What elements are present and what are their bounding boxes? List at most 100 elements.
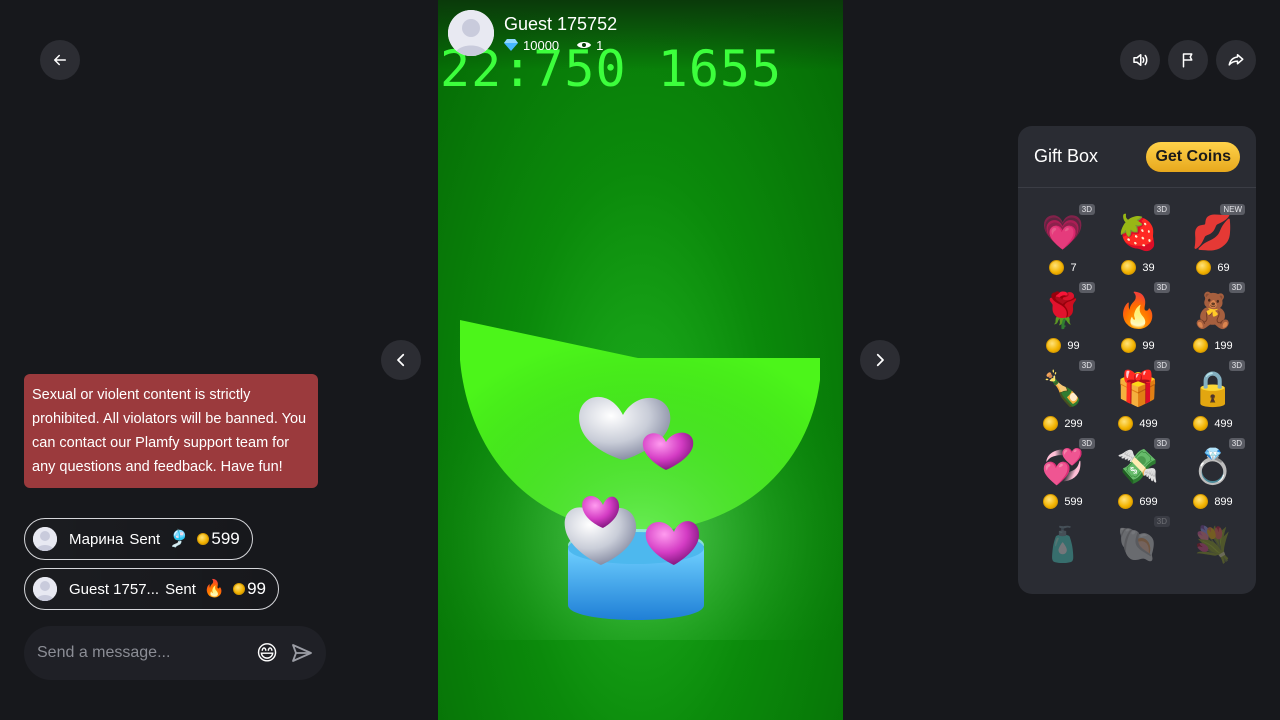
gift-tag-badge: 3D (1078, 282, 1095, 293)
moderation-notice: Sexual or violent content is strictly pr… (24, 374, 318, 488)
gift-grid: 3D 💗 7 3D 🍓 39 NEW 💋 69 3D 🌹 99 3D 🔥 99 3D 🧸 199 3D 🍾 299 3D 🎁… (1018, 188, 1256, 592)
report-button[interactable] (1168, 40, 1208, 80)
gift-price-value: 69 (1217, 261, 1230, 274)
gift-tag-badge: NEW (1220, 204, 1245, 215)
message-composer: 😄 (24, 626, 326, 680)
gift-item[interactable]: 3D 💸 699 (1102, 436, 1174, 514)
gift-amount: 599 (211, 529, 240, 548)
share-icon (1228, 54, 1244, 66)
coin-icon (233, 583, 246, 595)
sender-name: Guest 1757... (69, 580, 160, 598)
gift-item[interactable]: 3D 🔥 99 (1102, 280, 1174, 358)
gift-price: 99 (1046, 338, 1080, 353)
gift-tag-badge: 3D (1153, 204, 1170, 215)
gift-tag-badge: 3D (1153, 438, 1170, 449)
gift-tag-badge: 3D (1078, 438, 1095, 449)
gift-price: 499 (1118, 416, 1158, 431)
gift-tag-badge: 3D (1153, 516, 1170, 527)
gift-image-icon: 🧴 (1041, 526, 1085, 564)
coin-icon (1193, 338, 1209, 353)
gift-price: 99 (1121, 338, 1155, 353)
gift-item[interactable]: 3D 🍓 39 (1102, 202, 1174, 280)
gift-image-icon: 🐚 (1116, 526, 1160, 564)
back-button[interactable] (40, 40, 80, 80)
gift-price: 69 (1196, 260, 1230, 275)
host-viewer-count: 1 (596, 37, 604, 53)
gift-price-value: 7 (1070, 261, 1077, 274)
sent-label: Sent (165, 580, 196, 598)
gift-item[interactable]: 3D 🎁 499 (1102, 358, 1174, 436)
gift-price: 499 (1193, 416, 1233, 431)
gift-item[interactable]: 3D 💍 899 (1177, 436, 1249, 514)
avatar[interactable] (33, 527, 57, 551)
gift-tag-badge: 3D (1228, 282, 1245, 293)
next-stream-button[interactable] (860, 340, 900, 380)
diamond-icon (504, 39, 518, 51)
gift-animation (438, 300, 843, 640)
host-avatar[interactable] (448, 10, 494, 56)
coin-icon (1046, 338, 1062, 353)
coin-icon (1193, 416, 1209, 431)
gift-price-value: 499 (1139, 417, 1158, 430)
gift-tag-badge: 3D (1228, 360, 1245, 371)
sound-button[interactable] (1120, 40, 1160, 80)
live-video[interactable]: 22:750 1655 (438, 0, 843, 720)
gift-item[interactable]: 3D 🍾 299 (1027, 358, 1099, 436)
gift-message-1: Марина Sent 🎐 599 (24, 518, 253, 560)
gift-icon: 🔥 (203, 579, 226, 598)
gift-item[interactable]: 3D 🐚 (1102, 514, 1174, 592)
coin-icon (1043, 494, 1059, 509)
gift-image-icon: 💋 (1191, 214, 1235, 252)
gift-message-2: Guest 1757... Sent 🔥 99 (24, 568, 280, 610)
gift-image-icon: 🔒 (1191, 370, 1235, 408)
gift-price: 39 (1121, 260, 1155, 275)
host-name: Guest 175752 (504, 13, 618, 34)
gift-tag-badge: 3D (1153, 282, 1170, 293)
gift-price: 299 (1043, 416, 1083, 431)
user-placeholder-icon (33, 527, 57, 551)
gift-icon: 🎐 (168, 529, 190, 548)
sender-name: Марина (69, 530, 124, 548)
gift-item[interactable]: 3D 🧸 199 (1177, 280, 1249, 358)
gift-price-value: 599 (1064, 495, 1083, 508)
gift-tag-badge: 3D (1228, 438, 1245, 449)
arrow-left-icon (54, 54, 66, 66)
gift-item[interactable]: 3D 🔒 499 (1177, 358, 1249, 436)
gift-price-value: 299 (1064, 417, 1083, 430)
gift-item[interactable]: NEW 💋 69 (1177, 202, 1249, 280)
gift-image-icon: 🧸 (1191, 292, 1235, 330)
gift-item[interactable]: 3D 💞 599 (1027, 436, 1099, 514)
coin-icon (1121, 338, 1137, 353)
previous-stream-button[interactable] (381, 340, 421, 380)
gift-item[interactable]: 3D 💗 7 (1027, 202, 1099, 280)
coin-icon (197, 533, 210, 545)
share-button[interactable] (1216, 40, 1256, 80)
gift-image-icon: 💗 (1041, 214, 1085, 252)
gift-item[interactable]: 💐 (1177, 514, 1249, 592)
get-coins-button[interactable]: Get Coins (1146, 141, 1240, 172)
gift-image-icon: 💍 (1191, 448, 1235, 486)
gift-price-value: 499 (1214, 417, 1233, 430)
gift-tag-badge: 3D (1078, 360, 1095, 371)
gift-tag-badge: 3D (1078, 204, 1095, 215)
message-input[interactable] (37, 644, 257, 662)
gift-image-icon: 🌹 (1041, 292, 1085, 330)
gift-price-value: 199 (1214, 339, 1233, 352)
host-diamond-count: 10000 (523, 37, 560, 53)
gift-price: 7 (1049, 260, 1077, 275)
gift-image-icon: 🎁 (1116, 370, 1160, 408)
gift-item[interactable]: 3D 🌹 99 (1027, 280, 1099, 358)
coin-icon (1118, 494, 1134, 509)
gift-price: 899 (1193, 494, 1233, 509)
gift-price: 199 (1193, 338, 1233, 353)
flag-icon (1182, 53, 1193, 68)
emoji-picker-button[interactable]: 😄 (256, 641, 278, 666)
host-header: Guest 175752 10000 1 (448, 10, 617, 56)
gift-amount: 99 (247, 579, 267, 598)
gift-item[interactable]: 🧴 (1027, 514, 1099, 592)
coin-icon (1118, 416, 1134, 431)
gift-image-icon: 🍓 (1116, 214, 1160, 252)
coin-icon (1049, 260, 1065, 275)
send-icon[interactable] (290, 641, 314, 665)
avatar[interactable] (33, 577, 57, 601)
